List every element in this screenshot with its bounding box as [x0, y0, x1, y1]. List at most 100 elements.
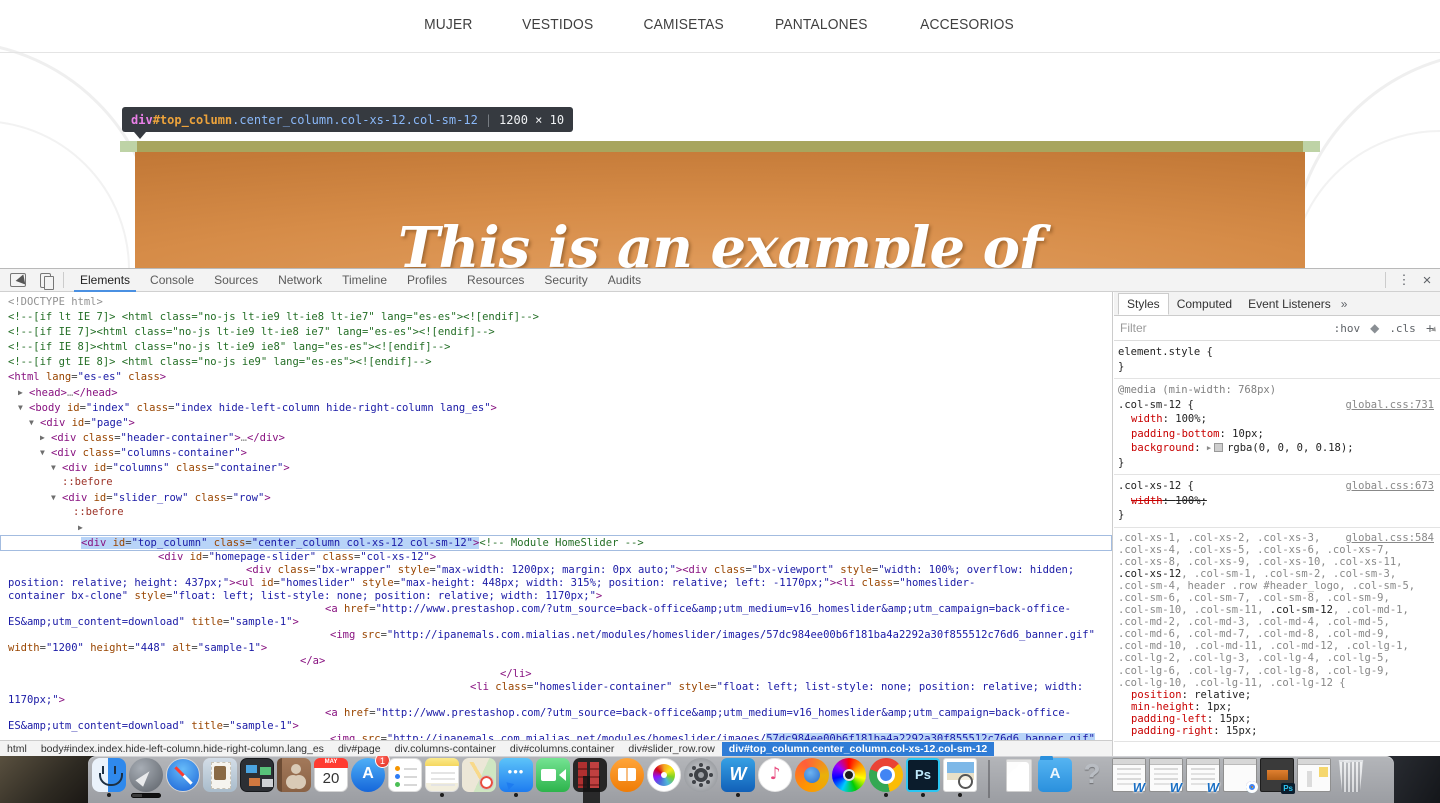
dock-preview-icon[interactable]	[943, 758, 977, 798]
dom-tree-line[interactable]: ▼ <div id="slider_row" class="row">	[0, 490, 1112, 505]
dock-photos-icon[interactable]	[647, 758, 681, 798]
css-source-link[interactable]: global.css:673	[1341, 479, 1434, 494]
dom-tree-line[interactable]: ▼ <body id="index" class="index hide-left…	[0, 400, 1112, 415]
more-tabs-icon[interactable]: »	[1341, 297, 1348, 311]
dock-mission-control-icon[interactable]	[240, 758, 274, 798]
css-property[interactable]: width: 100%;	[1118, 494, 1436, 509]
new-style-rule-icon[interactable]: +	[1426, 320, 1434, 336]
dom-tree-line[interactable]: ▶ <div class="header-container">…</div>	[0, 430, 1112, 445]
device-toolbar-icon[interactable]	[40, 272, 54, 290]
dock-missing-app-icon[interactable]: ?	[1075, 758, 1109, 798]
devtools-tab-audits[interactable]: Audits	[598, 269, 651, 292]
devtools-tab-network[interactable]: Network	[268, 269, 332, 292]
css-rule[interactable]: element.style {}	[1114, 341, 1440, 379]
dock-reminders-icon[interactable]	[388, 758, 422, 798]
expand-value-icon[interactable]: ▶	[1207, 444, 1211, 452]
dom-tree-line[interactable]: ES&amp;utm_content=download" title="samp…	[0, 616, 1112, 629]
inspect-element-icon[interactable]	[10, 273, 26, 287]
dom-tree-line[interactable]: <div id="homepage-slider" class="col-xs-…	[0, 551, 1112, 564]
dock-system-preferences-icon[interactable]	[684, 758, 718, 798]
dock-itunes-icon[interactable]: ♪	[758, 758, 792, 798]
dom-tree-line[interactable]: container bx-clone" style="float: left; …	[0, 590, 1112, 603]
devtools-tab-elements[interactable]: Elements	[70, 269, 140, 292]
dock-launchpad-icon[interactable]	[129, 758, 163, 798]
breadcrumb-item[interactable]: html	[0, 742, 34, 756]
dom-tree-line[interactable]: <a href="http://www.prestashop.com/?utm_…	[0, 603, 1112, 616]
dom-tree-line[interactable]: ▶	[0, 520, 1112, 535]
dock-trash-icon[interactable]	[1334, 758, 1368, 798]
dock-photo-booth-icon[interactable]	[573, 758, 607, 798]
dock-word-window-icon[interactable]: W	[1112, 758, 1146, 798]
styles-tab-computed[interactable]: Computed	[1169, 294, 1240, 314]
overflow-menu-icon[interactable]: ⋮	[1394, 272, 1414, 288]
dock-word-icon[interactable]: W	[721, 758, 755, 798]
devtools-tab-profiles[interactable]: Profiles	[397, 269, 457, 292]
css-property[interactable]: padding-right: 15px;	[1118, 725, 1436, 737]
nav-item-pantalones[interactable]: PANTALONES	[775, 16, 868, 33]
nav-item-mujer[interactable]: MUJER	[424, 16, 472, 33]
devtools-tab-timeline[interactable]: Timeline	[332, 269, 397, 292]
css-source-link[interactable]: global.css:584	[1341, 531, 1434, 544]
devtools-tab-sources[interactable]: Sources	[204, 269, 268, 292]
dock-word-window-icon[interactable]: W	[1186, 758, 1220, 798]
dock-firefox-icon[interactable]	[795, 758, 829, 798]
dock-calendar-icon[interactable]: MAY 20	[314, 758, 348, 798]
dom-tree-line[interactable]: ::before	[0, 475, 1112, 490]
dom-tree-line[interactable]: <!--[if lt IE 7]> <html class="no-js lt-…	[0, 310, 1112, 325]
dom-tree-line[interactable]: ES&amp;utm_content=download" title="samp…	[0, 720, 1112, 733]
dock-word-window-icon[interactable]: W	[1149, 758, 1183, 798]
breadcrumb-item[interactable]: div#columns.container	[503, 742, 621, 756]
dock-applications-folder-icon[interactable]: A	[1038, 756, 1072, 798]
dock-photoshop-window-icon[interactable]: Ps	[1260, 758, 1295, 798]
dock-messages-icon[interactable]: •••	[499, 758, 533, 798]
css-property[interactable]: width: 100%;	[1118, 412, 1436, 427]
breadcrumb-item[interactable]: div#page	[331, 742, 388, 756]
dock-finder-icon[interactable]	[92, 758, 126, 798]
breadcrumb-item[interactable]: div#slider_row.row	[621, 742, 721, 756]
dom-tree-line[interactable]: ▼ <div id="columns" class="container">	[0, 460, 1112, 475]
pseudo-state-toggle[interactable]: :hov	[1334, 322, 1361, 335]
nav-item-accesorios[interactable]: ACCESORIOS	[920, 16, 1014, 33]
styles-tab-styles[interactable]: Styles	[1118, 293, 1169, 315]
color-swatch-icon[interactable]	[1214, 443, 1224, 452]
dock-color-wheel-icon[interactable]	[832, 758, 866, 798]
css-property[interactable]: position: relative;	[1118, 689, 1436, 701]
element-state-icon[interactable]: ◆	[1370, 321, 1379, 335]
dock-contacts-icon[interactable]	[277, 758, 311, 798]
dom-tree-line[interactable]: ▼ <div id="page">	[0, 415, 1112, 430]
css-rule[interactable]: .col-xs-1, .col-xs-2, .col-xs-3, global.c…	[1114, 528, 1440, 743]
dom-tree-line[interactable]: position: relative; height: 437px;"><ul …	[0, 577, 1112, 590]
dock-chrome-window-icon[interactable]	[1223, 758, 1258, 798]
dock-mail-icon[interactable]	[203, 758, 237, 798]
dom-tree-line[interactable]: <img src="http://ipanemals.com.mialias.n…	[0, 629, 1112, 642]
dom-tree-line[interactable]: <div class="bx-wrapper" style="max-width…	[0, 564, 1112, 577]
dom-tree-line[interactable]: ▶ <head>…</head>	[0, 385, 1112, 400]
dom-tree-line[interactable]: <div id="top_column" class="center_colum…	[0, 535, 1112, 551]
nav-item-camisetas[interactable]: CAMISETAS	[644, 16, 724, 33]
dock-chrome-icon[interactable]	[869, 758, 903, 798]
dom-tree-line[interactable]: width="1200" height="448" alt="sample-1"…	[0, 642, 1112, 655]
hero-banner[interactable]: This is an example of	[135, 152, 1305, 268]
devtools-tab-resources[interactable]: Resources	[457, 269, 534, 292]
dom-tree-line[interactable]: </a>	[0, 655, 1112, 668]
css-source-link[interactable]: global.css:731	[1341, 397, 1434, 412]
dom-tree-line[interactable]: <!--[if gt IE 8]> <html class="no-js ie9…	[0, 355, 1112, 370]
dom-tree-line[interactable]: </li>	[0, 668, 1112, 681]
nav-item-vestidos[interactable]: VESTIDOS	[522, 16, 593, 33]
css-rule[interactable]: .col-xs-12 {global.css:673 width: 100%;}	[1114, 475, 1440, 528]
dom-tree-line[interactable]: <!--[if IE 7]><html class="no-js lt-ie9 …	[0, 325, 1112, 340]
styles-tab-event-listeners[interactable]: Event Listeners	[1240, 294, 1339, 314]
dock-safari-icon[interactable]	[166, 758, 200, 798]
breadcrumb-item[interactable]: body#index.index.hide-left-column.hide-r…	[34, 742, 331, 756]
dock-notes-icon[interactable]	[425, 758, 459, 798]
class-toggle[interactable]: .cls	[1389, 322, 1416, 335]
css-property[interactable]: background: ▶ rgba(0, 0, 0, 0.18);	[1118, 441, 1436, 456]
dom-tree-line[interactable]: 1170px;">	[0, 694, 1112, 707]
dock-facetime-icon[interactable]	[536, 758, 570, 798]
devtools-tab-security[interactable]: Security	[534, 269, 597, 292]
dom-tree-line[interactable]: ▼ <div class="columns-container">	[0, 445, 1112, 460]
devtools-tab-console[interactable]: Console	[140, 269, 204, 292]
dock-maps-icon[interactable]	[462, 758, 496, 798]
dock-photoshop-icon[interactable]: Ps	[906, 758, 940, 798]
breadcrumb-item[interactable]: div.columns-container	[388, 742, 503, 756]
